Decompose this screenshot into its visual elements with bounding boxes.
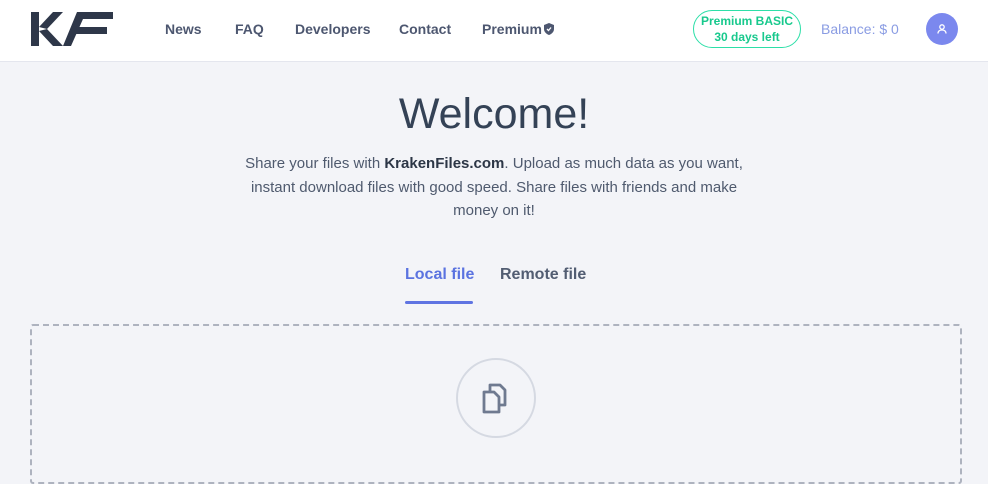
- nav-premium-label: Premium: [482, 21, 542, 37]
- intro-text: Share your files with KrakenFiles.com. U…: [244, 152, 744, 223]
- premium-status-badge[interactable]: Premium BASIC 30 days left: [693, 10, 801, 48]
- nav-contact[interactable]: Contact: [399, 20, 451, 38]
- user-icon: [937, 24, 947, 34]
- files-copy-icon: [482, 383, 507, 414]
- tab-local-file[interactable]: Local file: [405, 265, 474, 285]
- nav-developers[interactable]: Developers: [295, 20, 370, 38]
- logo[interactable]: [31, 12, 113, 46]
- site-name: KrakenFiles.com: [384, 155, 505, 172]
- active-tab-indicator: [405, 301, 473, 304]
- upload-files-button[interactable]: [456, 358, 536, 438]
- top-navbar: News FAQ Developers Contact Premium Prem…: [0, 0, 988, 62]
- nav-faq[interactable]: FAQ: [235, 20, 264, 38]
- intro-text-part1: Share your files with: [245, 155, 385, 172]
- nav-news[interactable]: News: [165, 20, 202, 38]
- tab-remote-file[interactable]: Remote file: [500, 265, 586, 285]
- balance-link[interactable]: Balance: $ 0: [821, 20, 899, 38]
- premium-plan-label: Premium BASIC: [700, 14, 794, 28]
- user-avatar-button[interactable]: [926, 13, 958, 45]
- shield-icon: [543, 23, 554, 35]
- kf-logo-icon: [31, 12, 113, 46]
- page-title: Welcome!: [398, 90, 590, 138]
- premium-remaining-label: 30 days left: [714, 30, 780, 44]
- nav-premium[interactable]: Premium: [482, 20, 554, 38]
